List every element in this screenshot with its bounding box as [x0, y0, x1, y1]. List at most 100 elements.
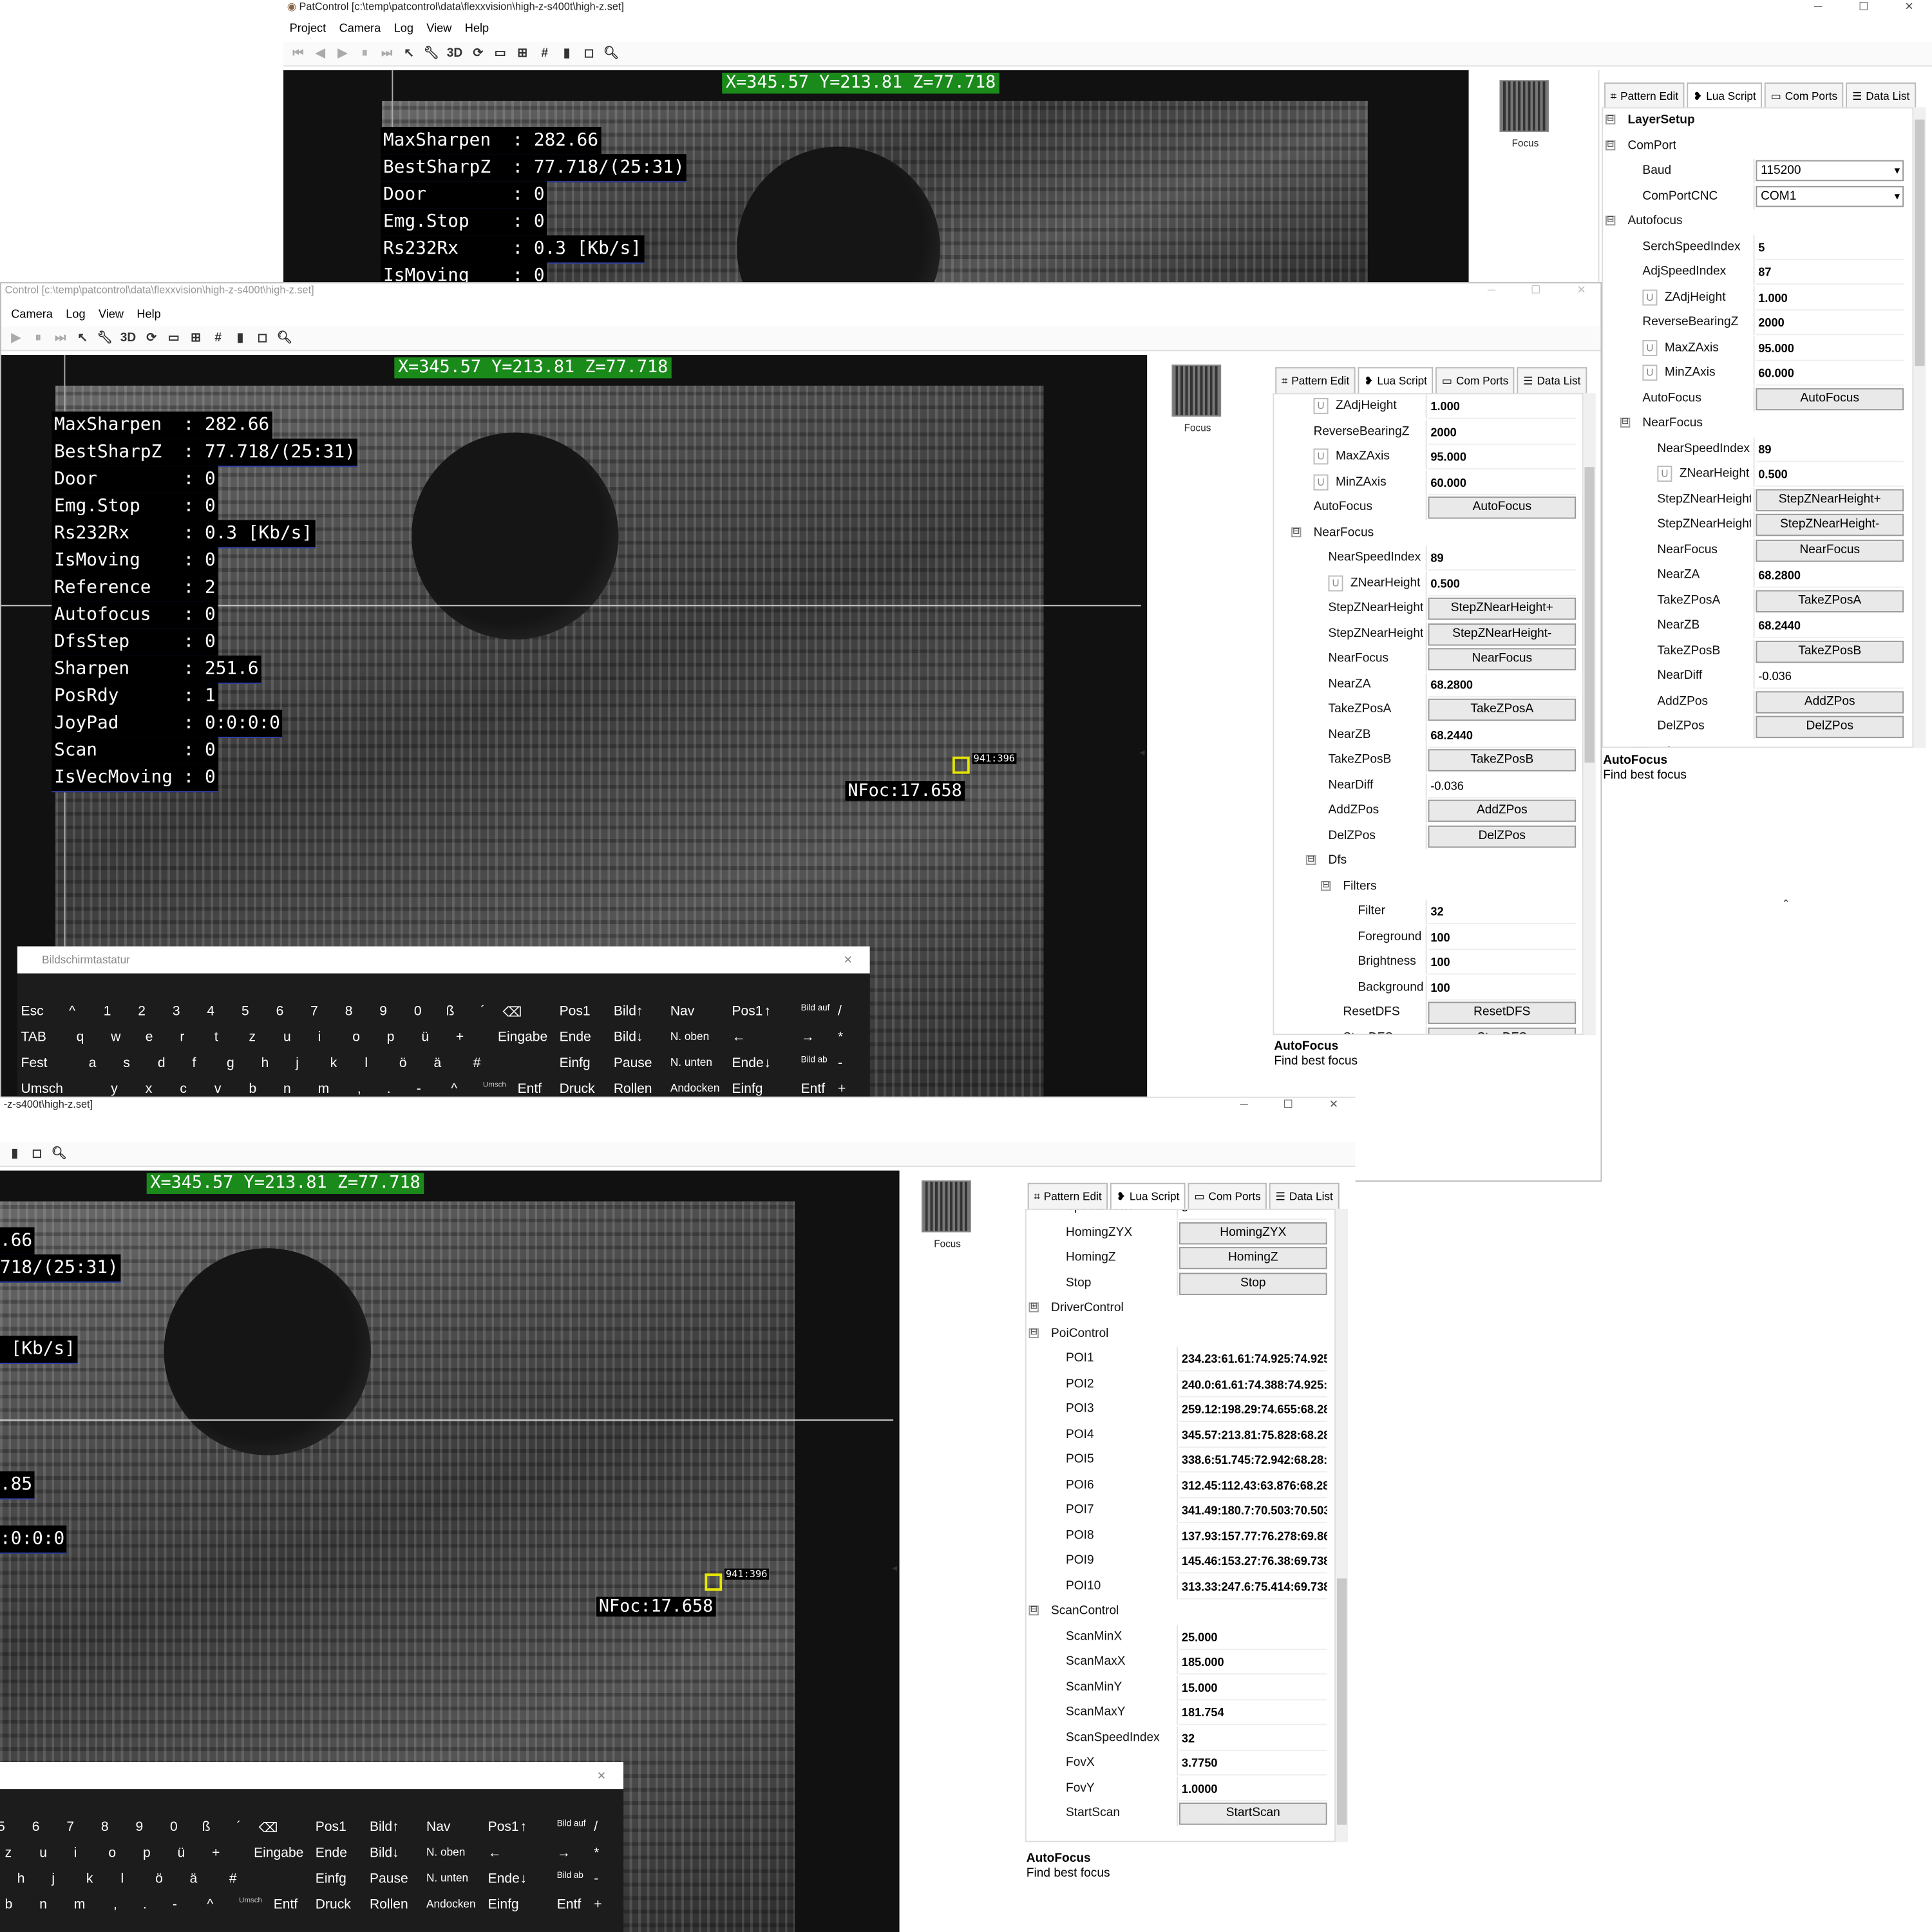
crop-icon[interactable]: ◻ — [252, 332, 272, 345]
property-value[interactable]: 87 — [1756, 261, 1904, 285]
key[interactable]: - — [417, 1082, 421, 1097]
key[interactable]: 5 — [242, 1004, 249, 1019]
key[interactable]: ß — [446, 1004, 455, 1019]
nav-key[interactable]: Einfg — [316, 1871, 346, 1886]
close-button[interactable]: ✕ — [1560, 283, 1600, 297]
property-value[interactable]: 15.000 — [1179, 1676, 1327, 1700]
key[interactable]: l — [365, 1056, 368, 1071]
property-value[interactable]: 234.23:61.61:74.925:74.925: — [1179, 1348, 1327, 1372]
key[interactable]: d — [158, 1056, 166, 1071]
property-button[interactable]: NearFocus — [1756, 539, 1904, 562]
key[interactable]: 5 — [0, 1820, 5, 1835]
key[interactable]: k — [86, 1871, 93, 1886]
nav-key[interactable]: - — [594, 1871, 598, 1886]
collapse-arrow-icon[interactable]: ◂ — [892, 1562, 897, 1573]
tab-data-list[interactable]: ☰ Data List — [1517, 367, 1587, 395]
key[interactable]: ⌫ — [259, 1820, 278, 1836]
nav-key[interactable]: ← — [488, 1846, 502, 1861]
nav-key[interactable]: Rollen — [370, 1897, 408, 1912]
key[interactable]: . — [143, 1897, 147, 1912]
key[interactable]: u — [39, 1846, 47, 1861]
3d-button[interactable]: 3D — [117, 332, 139, 345]
pause-icon[interactable]: ⏸ — [355, 47, 375, 61]
scrollbar[interactable] — [1913, 107, 1926, 748]
property-value[interactable]: 95.000 — [1428, 446, 1577, 469]
minimize-button[interactable]: ─ — [1797, 0, 1840, 14]
camera-view-top[interactable]: X=345.57 Y=213.81 Z=77.718 MaxSharpen : … — [283, 70, 1469, 284]
nav-key[interactable]: N. unten — [670, 1056, 712, 1068]
nav-key[interactable]: Rollen — [614, 1082, 652, 1097]
key[interactable]: 9 — [135, 1820, 143, 1835]
key[interactable]: q — [77, 1030, 84, 1045]
key[interactable]: 1 — [104, 1004, 111, 1019]
keyboard-close-icon[interactable]: ✕ — [597, 1762, 606, 1789]
key[interactable]: ä — [433, 1056, 441, 1071]
tab-com-ports[interactable]: ▭ Com Ports — [1188, 1182, 1267, 1210]
nav-key[interactable]: * — [594, 1846, 599, 1861]
unit-toggle[interactable]: U — [1313, 448, 1329, 465]
tab-data-list[interactable]: ☰ Data List — [1846, 82, 1916, 110]
property-value[interactable]: 100 — [1428, 976, 1577, 1000]
key[interactable]: + — [456, 1030, 464, 1045]
focus-thumbnail[interactable] — [1499, 80, 1549, 132]
pointer-icon[interactable]: ↖ — [73, 332, 93, 345]
key[interactable]: z — [249, 1030, 256, 1045]
key[interactable]: 0 — [170, 1820, 178, 1835]
rotate-icon[interactable]: ⟳ — [142, 332, 162, 345]
unit-toggle[interactable]: U — [1642, 339, 1658, 355]
menu-log[interactable]: Log — [66, 308, 85, 321]
minimize-button[interactable]: ─ — [1470, 283, 1513, 297]
nav-key[interactable]: Bild↑ — [370, 1820, 399, 1835]
unit-toggle[interactable]: U — [1313, 397, 1329, 414]
nav-key[interactable]: Bild↓ — [614, 1030, 643, 1045]
menu-log[interactable]: Log — [394, 22, 413, 35]
property-button[interactable]: StepZNearHeight+ — [1756, 488, 1904, 511]
key[interactable]: . — [387, 1082, 391, 1097]
focus-target-marker[interactable] — [952, 756, 970, 774]
expander-icon[interactable]: ⊟ — [1634, 746, 1645, 747]
key[interactable]: b — [5, 1897, 13, 1912]
nav-key[interactable]: Pos1 — [560, 1004, 591, 1019]
crop-icon[interactable]: ◻ — [27, 1147, 47, 1160]
expander-icon[interactable]: ⊟ — [1620, 417, 1631, 428]
crop-icon[interactable]: ◻ — [579, 47, 599, 61]
expander-icon[interactable]: ⊟ — [1605, 114, 1616, 125]
key[interactable]: b — [249, 1082, 256, 1097]
property-button[interactable]: StepZNearHeight- — [1428, 623, 1577, 645]
key[interactable]: n — [39, 1897, 47, 1912]
rotate-icon[interactable]: ⟳ — [468, 47, 488, 61]
expander-icon[interactable]: ⊟ — [1291, 526, 1302, 537]
menu-camera[interactable]: Camera — [339, 22, 381, 35]
menu-view[interactable]: View — [426, 22, 451, 35]
grid-icon[interactable]: # — [208, 332, 228, 345]
key[interactable]: e — [146, 1030, 153, 1045]
prev-icon[interactable]: ◀ — [310, 47, 330, 61]
nav-key[interactable]: Bild ab — [801, 1056, 828, 1065]
key[interactable]: , — [113, 1897, 117, 1912]
key[interactable]: l — [121, 1871, 124, 1886]
property-value[interactable]: 25.000 — [1179, 1626, 1327, 1649]
nav-key[interactable]: Pos1 — [316, 1820, 346, 1835]
key[interactable]: Fest — [21, 1056, 48, 1071]
pause-icon[interactable]: ⏸ — [28, 332, 48, 345]
property-value[interactable]: 60.000 — [1756, 363, 1904, 386]
focus-thumbnail[interactable] — [1171, 365, 1222, 417]
key[interactable]: s — [123, 1056, 130, 1071]
key[interactable]: ^ — [69, 1004, 75, 1019]
key[interactable]: ä — [190, 1871, 198, 1886]
key[interactable]: t — [214, 1030, 218, 1045]
wrench-icon[interactable]: 🔧︎ — [421, 47, 441, 61]
key[interactable]: ´ — [236, 1820, 241, 1835]
property-value[interactable]: 2000 — [1428, 421, 1577, 444]
maximize-button[interactable]: ☐ — [1842, 0, 1885, 14]
key[interactable]: h — [17, 1871, 25, 1886]
nav-key[interactable]: Bild↑ — [614, 1004, 643, 1019]
focus-thumbnail[interactable] — [922, 1180, 971, 1233]
nav-key[interactable]: ↑ — [764, 1004, 771, 1019]
histogram-icon[interactable]: ▮ — [231, 332, 251, 345]
pointer-icon[interactable]: ↖ — [399, 47, 419, 61]
key[interactable]: 8 — [101, 1820, 109, 1835]
unit-toggle[interactable]: U — [1642, 289, 1658, 305]
ruler-icon[interactable]: ▭ — [164, 332, 184, 345]
key[interactable]: ^ — [451, 1082, 457, 1097]
